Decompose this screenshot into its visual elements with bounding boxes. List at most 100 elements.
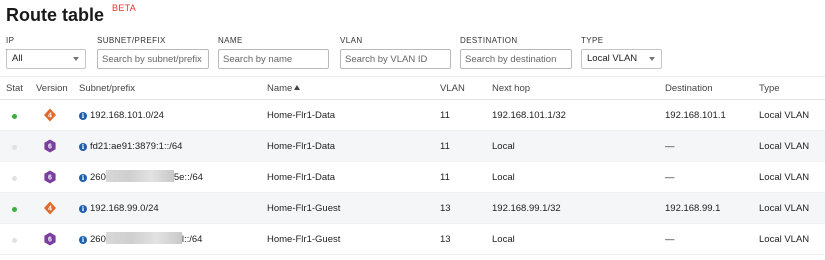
next-hop-cell: 192.168.99.1/32 [492,203,561,214]
subnet-cell[interactable]: i 192.168.101.0/24 [79,100,164,131]
info-icon[interactable]: i [79,143,87,151]
vlan-cell: 13 [440,203,451,214]
col-version[interactable]: Version [36,77,68,101]
redacted-block [105,232,182,244]
status-dot [12,176,17,181]
version-number: 4 [48,113,52,120]
col-vlan[interactable]: VLAN [440,77,465,101]
info-icon[interactable]: i [79,236,87,244]
subnet-text: fd21:ae91:3879:1::/64 [90,141,183,152]
subnet-suffix: l::/64 [181,234,203,245]
type-cell: Local VLAN [759,110,810,121]
filter-name: NAME [218,35,329,69]
status-dot [12,238,17,243]
destination-search-input[interactable] [460,49,572,69]
next-hop-cell: 192.168.101.1/32 [492,110,566,121]
next-hop-cell: Local [492,141,515,152]
col-stat[interactable]: Stat [6,77,23,101]
subnet-text: 260 [90,234,106,245]
name-cell: Home-Flr1-Guest [267,203,341,214]
subnet-text: 192.168.101.0/24 [90,110,164,121]
name-cell: Home-Flr1-Data [267,110,336,121]
name-cell: Home-Flr1-Data [267,141,336,152]
subnet-text: 260 [90,172,106,183]
next-hop-cell: Local [492,172,515,183]
filter-subnet: SUBNET/PREFIX [97,35,209,69]
status-dot [12,207,17,212]
vlan-cell: 11 [440,172,450,183]
ipv6-icon: 6 [44,232,56,246]
type-cell: Local VLAN [759,234,810,245]
name-label: NAME [218,36,243,45]
subnet-label: SUBNET/PREFIX [97,36,166,45]
subnet-search-input[interactable] [97,49,209,69]
table-row[interactable]: 4 i 192.168.99.0/24 Home-Flr1-Guest 13 19… [0,193,825,224]
destination-cell: — [665,172,675,183]
type-cell: Local VLAN [759,203,810,214]
destination-cell: 192.168.101.1 [665,110,726,121]
subnet-cell[interactable]: i 260 l::/64 [79,224,202,255]
page-header: Route table BETA [6,0,136,30]
col-subnet[interactable]: Subnet/prefix [79,77,135,101]
ip-version-value: All [12,53,23,64]
table-row[interactable]: 6 i fd21:ae91:3879:1::/64 Home-Flr1-Data … [0,131,825,162]
page-title: Route table [6,5,105,25]
redacted-block [105,170,174,182]
destination-cell: — [665,234,675,245]
ipv6-icon: 6 [44,170,56,184]
name-cell: Home-Flr1-Guest [267,234,341,245]
ipv6-icon: 6 [44,139,56,153]
table-header: Stat Version Subnet/prefix Name VLAN Nex… [0,76,825,100]
vlan-label: VLAN [340,36,363,45]
filter-vlan: VLAN [340,35,451,69]
table-row[interactable]: 4 i 192.168.101.0/24 Home-Flr1-Data 11 19… [0,100,825,131]
type-cell: Local VLAN [759,172,810,183]
name-cell: Home-Flr1-Data [267,172,336,183]
status-dot [12,145,17,150]
version-number: 4 [48,206,52,213]
type-label: TYPE [581,36,604,45]
beta-badge: BETA [112,3,137,13]
ip-version-select[interactable]: All [6,49,86,69]
col-name[interactable]: Name [267,77,301,101]
version-number: 6 [48,144,52,151]
info-icon[interactable]: i [79,112,87,120]
vlan-cell: 13 [440,234,451,245]
destination-cell: — [665,141,675,152]
info-icon[interactable]: i [79,174,87,182]
subnet-cell[interactable]: i fd21:ae91:3879:1::/64 [79,131,182,162]
status-dot [12,114,17,119]
subnet-text: 192.168.99.0/24 [90,203,159,214]
filter-type: TYPE Local VLAN [581,35,662,69]
type-select[interactable]: Local VLAN [581,49,662,69]
ipv4-icon: 4 [44,108,56,122]
filter-destination: DESTINATION [460,35,572,69]
info-icon[interactable]: i [79,205,87,213]
chevron-down-icon [73,57,79,61]
vlan-cell: 11 [440,141,450,152]
subnet-cell[interactable]: i 260 5e::/64 [79,162,203,193]
version-number: 6 [48,237,52,244]
col-next-hop[interactable]: Next hop [492,77,530,101]
next-hop-cell: Local [492,234,515,245]
col-name-label: Name [267,83,293,94]
version-number: 6 [48,175,52,182]
table-row[interactable]: 6 i 260 l::/64 Home-Flr1-Guest 13 Local — … [0,224,825,255]
chevron-down-icon [649,57,655,61]
subnet-suffix: 5e::/64 [173,172,203,183]
vlan-cell: 11 [440,110,450,121]
type-cell: Local VLAN [759,141,810,152]
table-row[interactable]: 6 i 260 5e::/64 Home-Flr1-Data 11 Local — … [0,162,825,193]
destination-cell: 192.168.99.1 [665,203,721,214]
ip-version-label: IP VERSION [6,36,44,57]
vlan-search-input[interactable] [340,49,451,69]
col-destination[interactable]: Destination [665,77,713,101]
filter-ip-version: IP VERSION All [6,35,86,69]
col-type[interactable]: Type [759,77,780,101]
subnet-cell[interactable]: i 192.168.99.0/24 [79,193,159,224]
name-search-input[interactable] [218,49,329,69]
destination-label: DESTINATION [460,36,518,45]
type-value: Local VLAN [587,53,638,64]
sort-ascending-icon [294,85,301,90]
ipv4-icon: 4 [44,201,56,215]
